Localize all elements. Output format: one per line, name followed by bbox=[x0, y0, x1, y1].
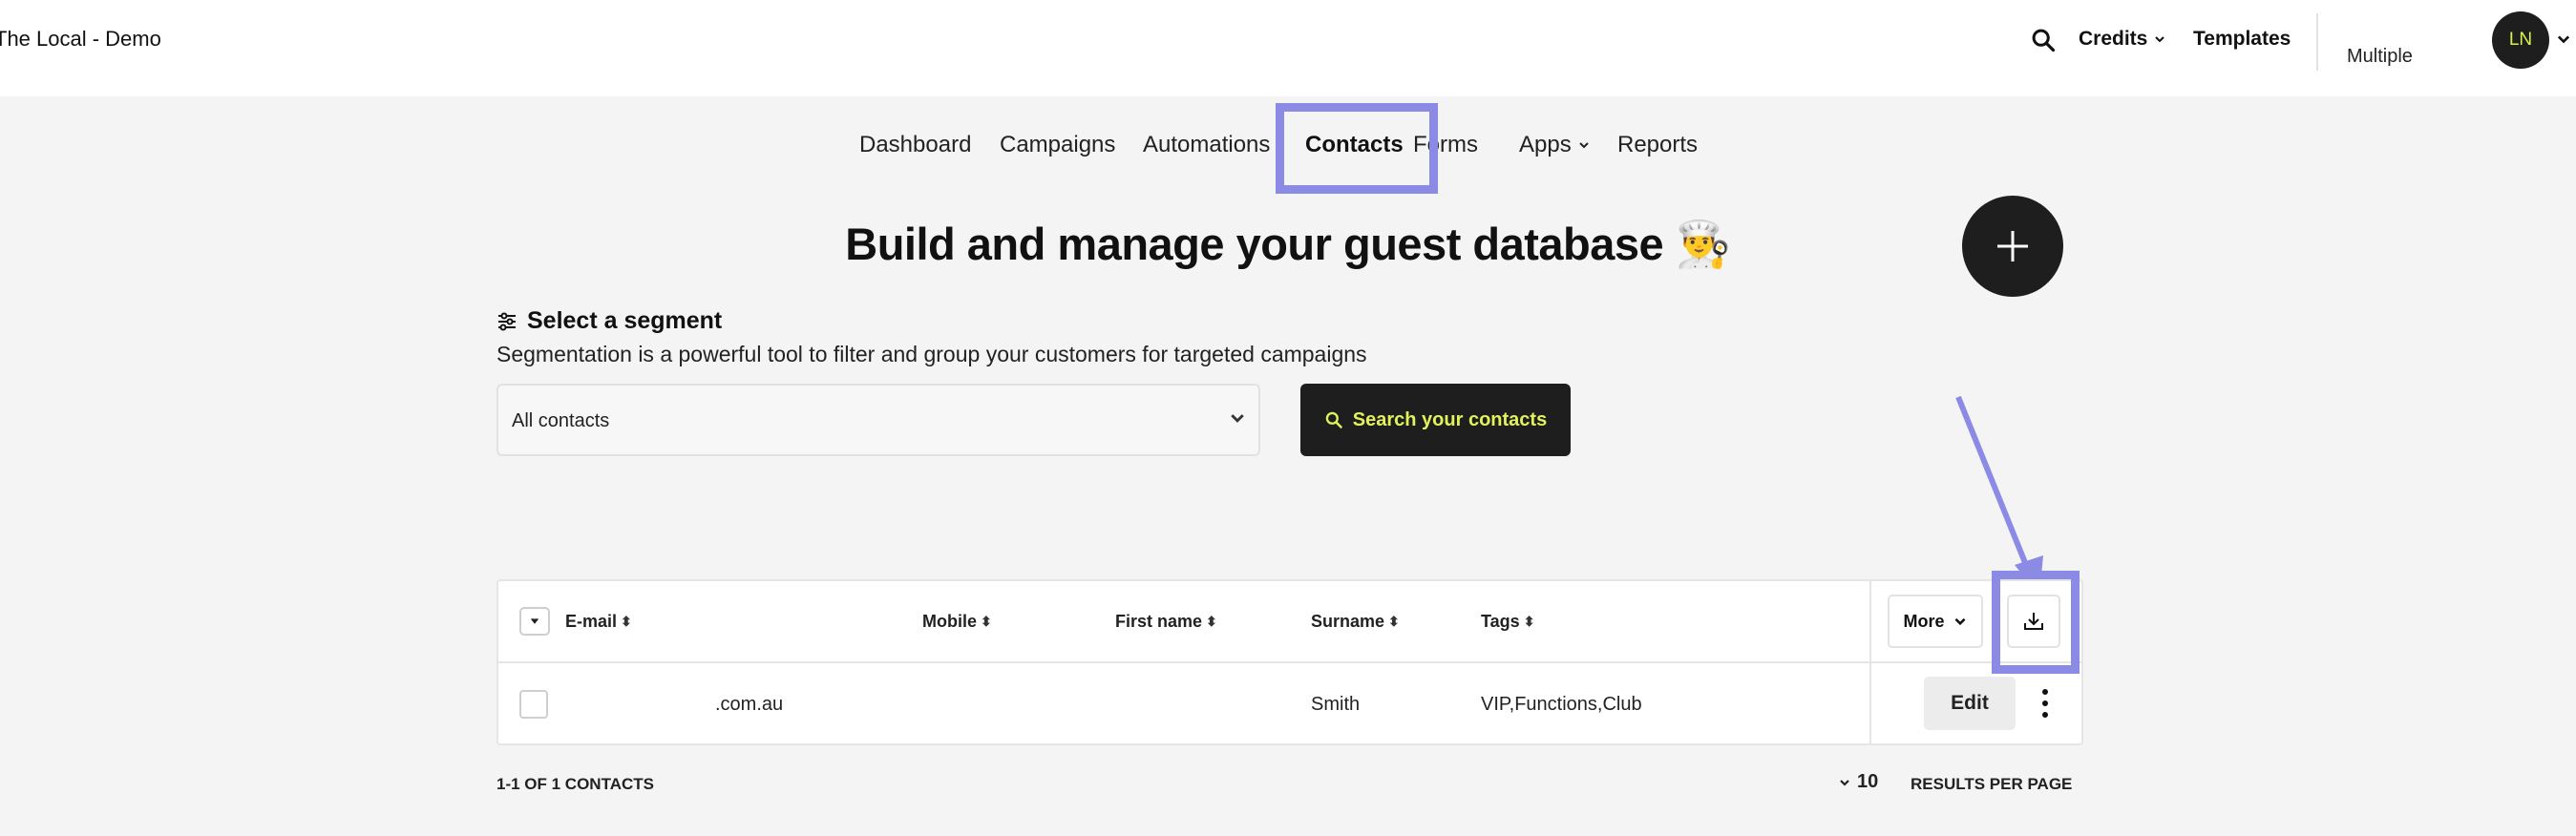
column-first-name-label: First name bbox=[1115, 612, 1203, 631]
kebab-menu-icon[interactable] bbox=[2036, 684, 2055, 722]
nav-automations[interactable]: Automations bbox=[1143, 132, 1270, 158]
chevron-down-icon bbox=[1231, 414, 1244, 423]
column-header-surname[interactable]: Surname ⬍ bbox=[1311, 612, 1400, 632]
sort-icon: ⬍ bbox=[1388, 614, 1400, 629]
chevron-down-icon bbox=[531, 618, 538, 624]
nav-apps-label: Apps bbox=[1519, 132, 1572, 157]
add-contact-button[interactable] bbox=[1962, 196, 2063, 297]
segment-select-value: All contacts bbox=[512, 410, 610, 431]
nav-reports[interactable]: Reports bbox=[1617, 132, 1698, 158]
highlight-box-contacts bbox=[1276, 103, 1438, 194]
column-header-mobile[interactable]: Mobile ⬍ bbox=[922, 612, 992, 632]
table-header: E-mail ⬍ Mobile ⬍ First name ⬍ Surname ⬍ Tag… bbox=[498, 581, 2081, 663]
more-label: More bbox=[1903, 611, 1945, 631]
chevron-down-icon[interactable] bbox=[2555, 31, 2572, 48]
pagination-summary: 1-1 OF 1 CONTACTS bbox=[496, 775, 654, 793]
plus-icon bbox=[1997, 231, 2028, 261]
cell-surname: Smith bbox=[1311, 694, 1361, 715]
column-header-email[interactable]: E-mail ⬍ bbox=[565, 612, 632, 632]
templates-link[interactable]: Templates bbox=[2193, 28, 2291, 51]
segment-title-text: Select a segment bbox=[527, 307, 723, 334]
avatar[interactable]: LN bbox=[2492, 11, 2549, 69]
per-page-value: 10 bbox=[1857, 771, 1879, 792]
chevron-down-icon bbox=[1954, 617, 1965, 626]
chevron-down-icon bbox=[1578, 142, 1589, 149]
cell-tags: VIP,Functions,Club bbox=[1481, 694, 1642, 715]
row-checkbox[interactable] bbox=[519, 690, 548, 719]
chevron-down-icon bbox=[1840, 779, 1849, 786]
column-header-tags[interactable]: Tags ⬍ bbox=[1481, 612, 1534, 632]
sort-icon: ⬍ bbox=[981, 614, 992, 629]
segment-title: Select a segment bbox=[496, 307, 722, 335]
more-actions-button[interactable]: More bbox=[1888, 595, 1983, 648]
select-all-dropdown[interactable] bbox=[519, 607, 550, 636]
highlight-box-export bbox=[1992, 571, 2080, 674]
nav-dashboard[interactable]: Dashboard bbox=[859, 132, 971, 158]
column-mobile-label: Mobile bbox=[922, 612, 977, 631]
search-contacts-label: Search your contacts bbox=[1352, 408, 1548, 430]
edit-button[interactable]: Edit bbox=[1924, 677, 2016, 730]
cell-email: .com.au bbox=[715, 694, 784, 715]
search-icon[interactable] bbox=[2030, 27, 2057, 53]
nav-campaigns[interactable]: Campaigns bbox=[1000, 132, 1115, 158]
sort-icon: ⬍ bbox=[1206, 614, 1217, 629]
chevron-down-icon bbox=[2155, 36, 2165, 43]
column-email-label: E-mail bbox=[565, 612, 618, 631]
search-icon bbox=[1325, 411, 1342, 428]
per-page-select[interactable]: 10 bbox=[1838, 771, 1878, 793]
page-title: Build and manage your guest database 👨‍🍳 bbox=[845, 219, 1731, 269]
sort-icon: ⬍ bbox=[621, 614, 632, 629]
brand-name[interactable]: The Local - Demo bbox=[0, 27, 161, 52]
top-bar: The Local - Demo Credits Templates Multi… bbox=[0, 0, 2576, 96]
per-page-label: RESULTS PER PAGE bbox=[1911, 775, 2073, 793]
search-contacts-button[interactable]: Search your contacts bbox=[1300, 384, 1571, 456]
segment-description: Segmentation is a powerful tool to filte… bbox=[496, 342, 1367, 366]
avatar-initials: LN bbox=[2508, 30, 2533, 50]
nav-apps[interactable]: Apps bbox=[1519, 132, 1591, 158]
annotation-arrow bbox=[1955, 395, 2043, 596]
segment-select[interactable]: All contacts bbox=[496, 384, 1260, 456]
credits-menu[interactable]: Credits bbox=[2079, 28, 2166, 51]
sort-icon: ⬍ bbox=[1523, 614, 1535, 629]
credits-label: Credits bbox=[2079, 28, 2148, 50]
actions-column-divider bbox=[1869, 581, 1871, 745]
topbar-divider bbox=[2316, 13, 2318, 71]
column-header-first-name[interactable]: First name ⬍ bbox=[1115, 612, 1217, 632]
column-surname-label: Surname bbox=[1311, 612, 1385, 631]
contacts-table: E-mail ⬍ Mobile ⬍ First name ⬍ Surname ⬍ Tag… bbox=[496, 579, 2083, 745]
column-tags-label: Tags bbox=[1481, 612, 1520, 631]
account-selector[interactable]: Multiple bbox=[2347, 46, 2413, 68]
filter-sliders-icon bbox=[498, 312, 516, 330]
